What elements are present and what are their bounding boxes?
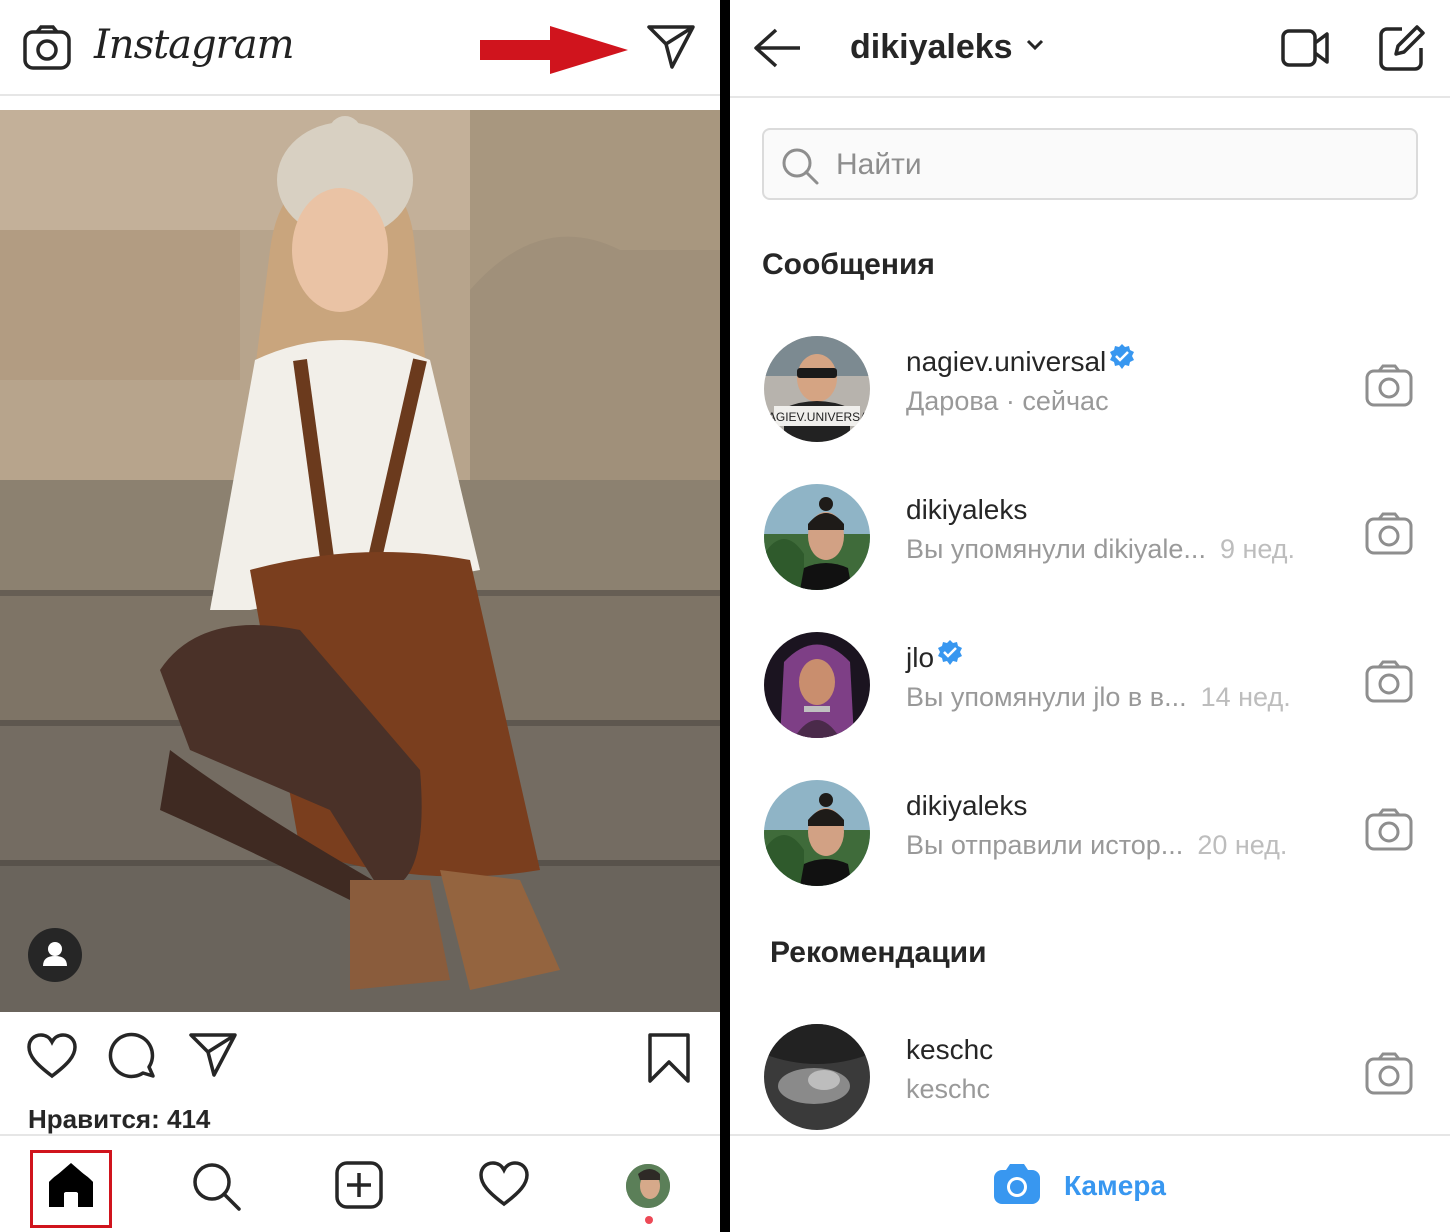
camera-bar[interactable]: Камера — [730, 1134, 1450, 1232]
thread-item[interactable]: jlo Вы упомянули jlo в в... 14 нед. — [730, 624, 1450, 744]
verified-badge-icon — [1108, 343, 1136, 378]
thread-item[interactable]: dikiyaleks Вы отправили истор... 20 нед. — [730, 772, 1450, 892]
camera-icon[interactable] — [1364, 1050, 1414, 1101]
search-icon — [780, 146, 820, 191]
camera-icon[interactable] — [1364, 806, 1414, 857]
camera-icon[interactable] — [1364, 658, 1414, 709]
thread-item[interactable]: NAGIEV.UNIVERSAL nagiev.universal Дарова… — [730, 328, 1450, 448]
camera-icon[interactable] — [22, 24, 72, 77]
new-message-icon[interactable] — [1378, 24, 1426, 77]
camera-label[interactable]: Камера — [1064, 1170, 1166, 1202]
recommendations-heading: Рекомендации — [770, 936, 987, 969]
feed-screen: Instagram Нравится: 414 — [0, 0, 720, 1232]
recommendation-item[interactable]: keschc keschc — [730, 1016, 1450, 1136]
thread-name: nagiev.universal — [906, 343, 1136, 381]
bookmark-icon[interactable] — [646, 1032, 692, 1089]
back-arrow-icon[interactable] — [752, 26, 802, 75]
svg-text:NAGIEV.UNIVERSAL: NAGIEV.UNIVERSAL — [764, 410, 870, 424]
thread-name: dikiyaleks — [906, 790, 1028, 821]
avatar — [764, 484, 870, 590]
avatar — [764, 1024, 870, 1130]
comment-icon[interactable] — [108, 1032, 158, 1087]
recommendation-name: keschc — [906, 1034, 994, 1065]
feed-header: Instagram — [0, 0, 720, 96]
recommendation-subtitle: keschc — [906, 1074, 991, 1104]
camera-icon[interactable] — [1364, 510, 1414, 561]
post-actions — [0, 1012, 720, 1102]
thread-preview: Вы упомянули dikiyale... 9 нед. — [906, 534, 1296, 564]
thread-preview: Вы отправили истор... 20 нед. — [906, 830, 1288, 860]
direct-screen: dikiyaleks Найти Сообщения NAGIEV.UNIVER… — [730, 0, 1450, 1232]
thread-preview: Дарова · сейчас — [906, 386, 1109, 416]
share-icon[interactable] — [188, 1032, 238, 1083]
direct-send-icon[interactable] — [646, 24, 696, 75]
chevron-down-icon[interactable] — [1026, 38, 1044, 56]
instagram-logo: Instagram — [94, 22, 295, 68]
camera-icon[interactable] — [1364, 362, 1414, 413]
direct-header: dikiyaleks — [730, 0, 1450, 98]
thread-item[interactable]: dikiyaleks Вы упомянули dikiyale... 9 нед… — [730, 476, 1450, 596]
video-call-icon[interactable] — [1280, 26, 1330, 75]
thread-preview: Вы упомянули jlo в в... 14 нед. — [906, 682, 1291, 712]
activity-icon[interactable] — [478, 1160, 530, 1213]
notification-dot — [645, 1216, 653, 1224]
camera-icon[interactable] — [992, 1162, 1042, 1211]
bottom-nav — [0, 1134, 720, 1232]
search-icon[interactable] — [190, 1160, 242, 1217]
thread-name: jlo — [906, 639, 964, 677]
panel-divider — [720, 0, 730, 1232]
tagged-people-icon[interactable] — [28, 928, 82, 982]
avatar — [764, 780, 870, 886]
avatar: NAGIEV.UNIVERSAL — [764, 336, 870, 442]
red-arrow-annotation — [480, 24, 630, 81]
heart-icon[interactable] — [26, 1032, 78, 1085]
account-username[interactable]: dikiyaleks — [850, 28, 1013, 67]
avatar — [764, 632, 870, 738]
likes-count[interactable]: Нравится: 414 — [28, 1104, 210, 1135]
profile-avatar[interactable] — [626, 1164, 670, 1208]
thread-name: dikiyaleks — [906, 494, 1028, 525]
messages-heading: Сообщения — [762, 248, 935, 281]
search-input[interactable]: Найти — [762, 128, 1418, 200]
post-photo[interactable] — [0, 110, 720, 1012]
search-placeholder: Найти — [836, 148, 922, 181]
home-icon[interactable] — [46, 1160, 96, 1215]
verified-badge-icon — [936, 639, 964, 674]
add-post-icon[interactable] — [334, 1160, 384, 1215]
